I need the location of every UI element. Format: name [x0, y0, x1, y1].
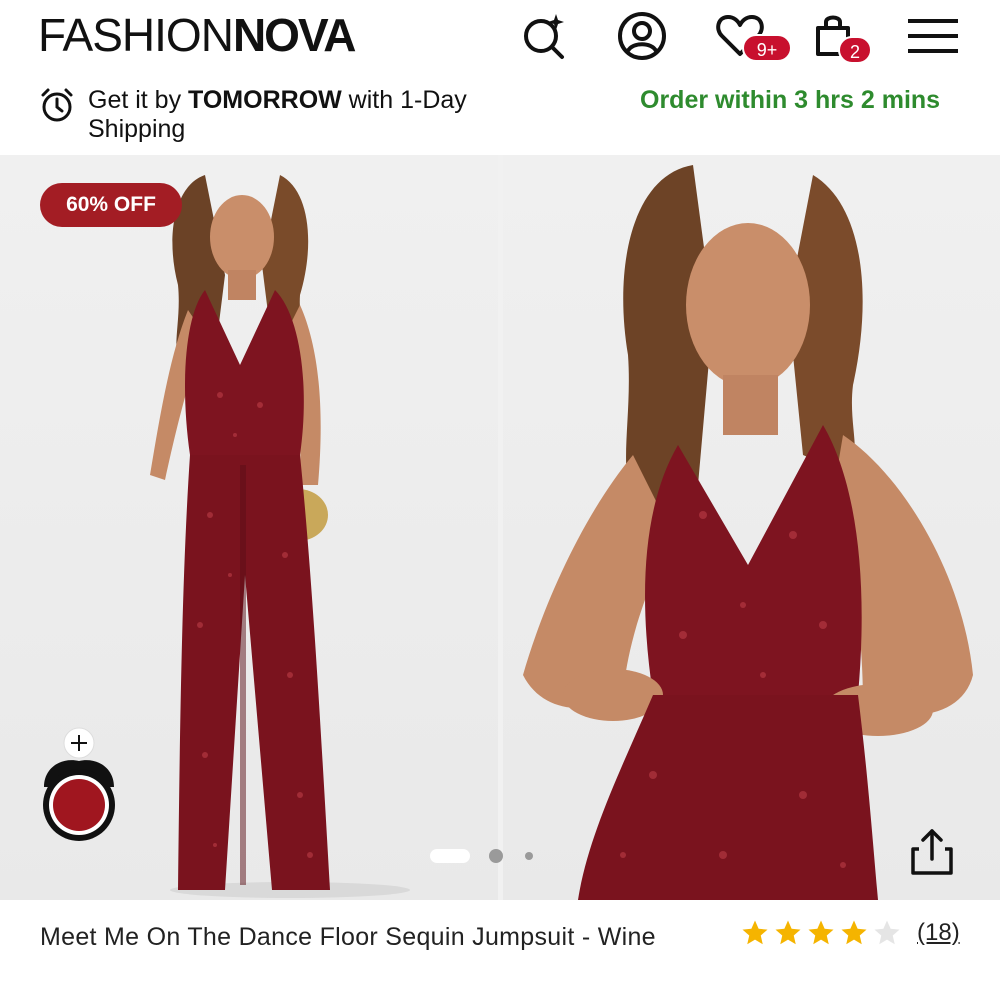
product-photo-full-length[interactable]: 60% OFF	[0, 155, 498, 900]
star-icon-filled	[742, 920, 768, 945]
shipping-banner: Get it by TOMORROW with 1-Day Shipping O…	[0, 82, 1000, 154]
star-icon-filled	[775, 920, 801, 945]
logo-bold-text: NOVA	[232, 9, 356, 61]
pagination-dot	[489, 849, 503, 863]
star-icon-filled	[808, 920, 834, 945]
alarm-clock-icon	[38, 86, 76, 124]
review-count-link[interactable]: (18)	[917, 918, 960, 948]
cart-count-badge: 2	[838, 36, 872, 64]
delivery-prefix: Get it by	[88, 86, 189, 114]
wishlist-count-badge: 9+	[742, 34, 792, 62]
product-photo-closeup[interactable]	[503, 155, 1000, 900]
color-swatch-button[interactable]	[40, 727, 118, 847]
star-icon-empty	[874, 920, 900, 945]
pagination-dot-active	[430, 849, 470, 863]
delivery-estimate-text: Get it by TOMORROW with 1-Day Shipping	[88, 86, 558, 144]
hamburger-menu-icon[interactable]	[904, 8, 960, 64]
share-icon[interactable]	[905, 825, 959, 879]
visual-search-icon[interactable]	[516, 8, 572, 64]
fashion-nova-logo[interactable]: FASHIONNOVA	[38, 9, 356, 61]
pagination-dot	[525, 852, 533, 860]
star-icon-filled	[841, 920, 867, 945]
product-title: Meet Me On The Dance Floor Sequin Jumpsu…	[40, 923, 656, 951]
logo-light-text: FASHION	[38, 9, 234, 61]
star-rating[interactable]	[740, 918, 910, 954]
order-countdown-text: Order within 3 hrs 2 mins	[640, 86, 941, 114]
gallery-pagination	[430, 847, 540, 865]
delivery-day: TOMORROW	[188, 86, 342, 114]
discount-badge: 60% OFF	[40, 183, 182, 227]
product-image-gallery[interactable]: 60% OFF	[0, 155, 1000, 900]
account-icon[interactable]	[614, 8, 670, 64]
top-header: FASHIONNOVA 9+ 2	[0, 0, 1000, 80]
